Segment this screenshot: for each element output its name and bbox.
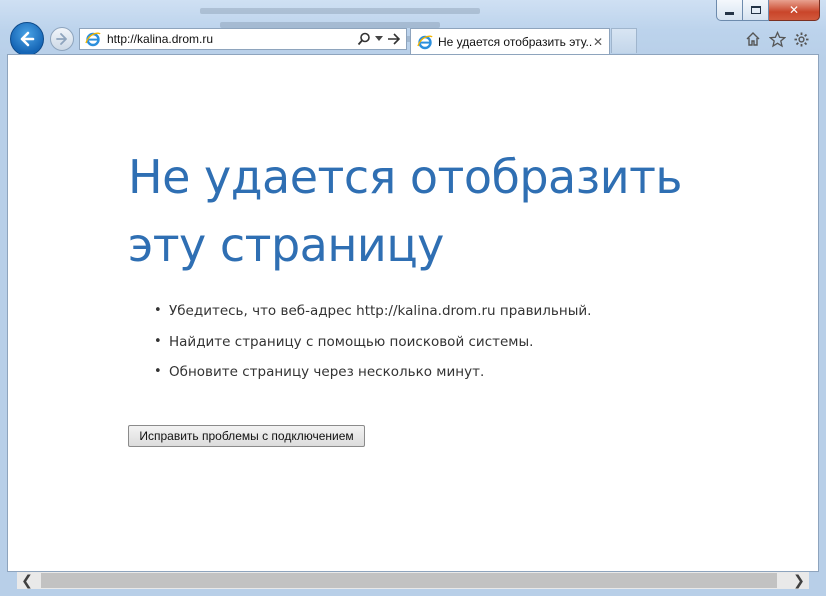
bullet: • <box>154 303 162 318</box>
maximize-button[interactable] <box>743 0 769 21</box>
tab-title: Не удается отобразить эту... <box>438 34 593 49</box>
ie-logo-icon <box>85 32 101 47</box>
tip-text: Убедитесь, что веб-адрес http://kalina.d… <box>169 303 592 319</box>
bullet: • <box>154 333 162 349</box>
address-tools <box>357 32 400 46</box>
tab-close-icon[interactable]: ✕ <box>593 35 603 49</box>
page-content: Не удается отобразить эту страницу • Убед… <box>7 54 819 572</box>
browser-window: ✕ http://kalina.drom.ru Не удается отобр… <box>0 0 826 596</box>
fix-connection-button[interactable]: Исправить проблемы с подключением <box>128 425 365 447</box>
toolbar-right-icons <box>744 30 810 48</box>
gear-icon <box>794 32 808 46</box>
scroll-right-icon[interactable]: ❯ <box>789 572 809 589</box>
ie-logo-icon <box>417 34 433 49</box>
tab-active[interactable]: Не удается отобразить эту... ✕ <box>410 28 610 54</box>
window-caption-buttons: ✕ <box>716 0 820 21</box>
list-item: • Убедитесь, что веб-адрес http://kalina.… <box>154 303 591 334</box>
back-button[interactable] <box>10 22 44 56</box>
new-tab-button[interactable] <box>611 28 637 53</box>
minimize-button[interactable] <box>716 0 743 21</box>
arrow-right-icon <box>56 33 67 45</box>
maximize-icon <box>750 6 761 14</box>
tip-text: Найдите страницу с помощью поисковой сис… <box>169 333 534 350</box>
forward-button[interactable] <box>50 27 74 51</box>
favorites-button[interactable] <box>768 30 786 48</box>
address-url[interactable]: http://kalina.drom.ru <box>107 32 357 46</box>
tip-text: Обновите страницу через несколько минут. <box>169 364 485 380</box>
search-icon[interactable] <box>357 32 371 46</box>
bullet: • <box>154 364 162 379</box>
arrow-left-icon <box>20 31 35 47</box>
close-window-button[interactable]: ✕ <box>769 0 820 21</box>
home-button[interactable] <box>744 30 762 48</box>
minimize-icon <box>725 11 734 15</box>
go-arrow-icon[interactable] <box>387 33 400 45</box>
tools-button[interactable] <box>792 30 810 48</box>
scroll-left-icon[interactable]: ❮ <box>17 572 37 589</box>
home-icon <box>746 32 760 46</box>
close-icon: ✕ <box>788 3 800 17</box>
star-icon <box>768 30 786 47</box>
page-title: Не удается отобразить эту страницу <box>128 150 683 272</box>
tips-list: • Убедитесь, что веб-адрес http://kalina.… <box>154 303 591 395</box>
horizontal-scrollbar[interactable]: ❮ ❯ <box>17 572 809 589</box>
address-bar[interactable]: http://kalina.drom.ru <box>79 28 407 50</box>
list-item: • Обновите страницу через несколько минут… <box>154 364 591 395</box>
dropdown-icon[interactable] <box>375 36 383 42</box>
list-item: • Найдите страницу с помощью поисковой си… <box>154 334 591 365</box>
scrollbar-thumb[interactable] <box>41 573 777 588</box>
